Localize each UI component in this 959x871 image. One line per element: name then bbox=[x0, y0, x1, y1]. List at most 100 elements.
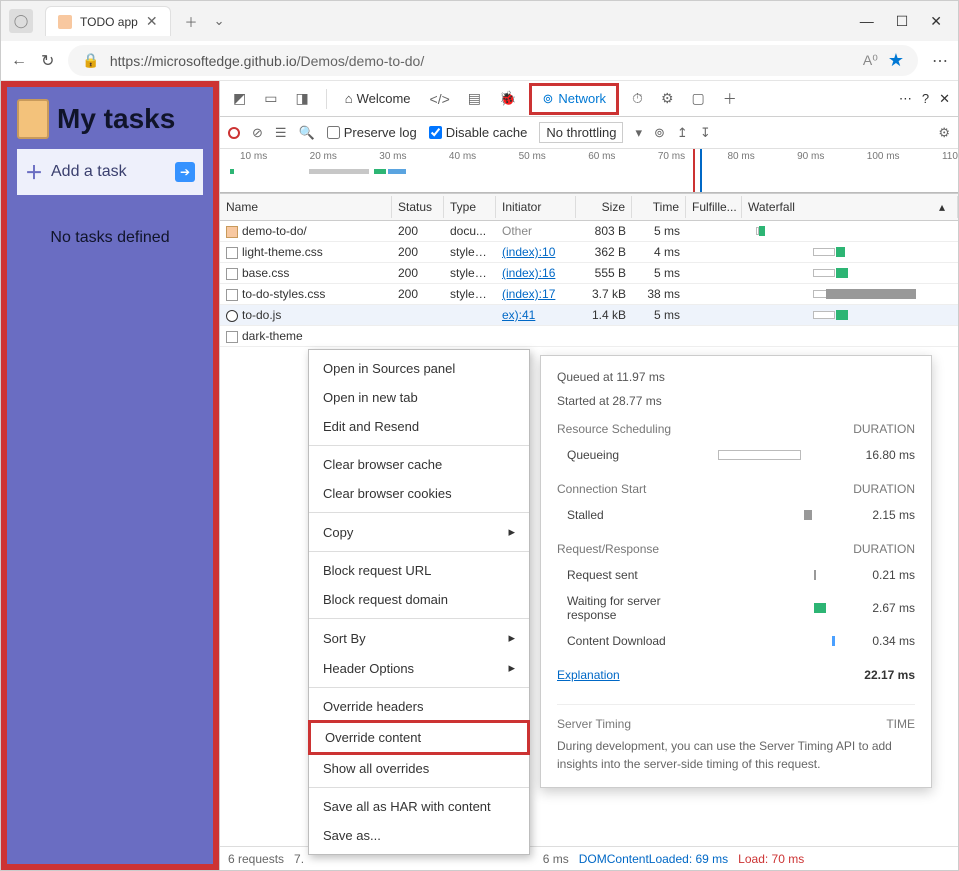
new-tab-button[interactable]: ＋ bbox=[177, 8, 206, 35]
tab-sources-icon[interactable]: 🐞 bbox=[494, 86, 521, 111]
tab-favicon bbox=[58, 15, 72, 29]
ctx-show-overrides[interactable]: Show all overrides bbox=[309, 754, 529, 783]
table-row[interactable]: to-do.jsex):411.4 kB5 ms bbox=[220, 305, 958, 326]
ctx-header-options[interactable]: Header Options▸ bbox=[309, 653, 529, 683]
preserve-log-checkbox[interactable]: Preserve log bbox=[327, 125, 417, 140]
throttling-select[interactable]: No throttling bbox=[539, 122, 623, 143]
col-status[interactable]: Status bbox=[392, 196, 444, 218]
ctx-open-tab[interactable]: Open in new tab bbox=[309, 383, 529, 412]
ctx-block-domain[interactable]: Block request domain bbox=[309, 585, 529, 614]
network-table-header[interactable]: Name Status Type Initiator Size Time Ful… bbox=[220, 193, 958, 221]
network-conditions-icon[interactable]: ⊚ bbox=[654, 125, 665, 141]
dock-side-icon[interactable]: ◨ bbox=[290, 86, 313, 111]
import-har-icon[interactable]: ↥ bbox=[677, 125, 688, 141]
ctx-override-content[interactable]: Override content bbox=[308, 720, 530, 755]
devtools-more-icon[interactable]: ⋯ bbox=[899, 91, 912, 107]
settings-gear-icon[interactable]: ⚙ bbox=[938, 125, 950, 141]
col-fulfilled[interactable]: Fulfille... bbox=[686, 196, 742, 218]
plus-icon: ＋ bbox=[25, 159, 43, 185]
ctx-open-sources[interactable]: Open in Sources panel bbox=[309, 354, 529, 383]
timeline-ruler[interactable]: 10 ms20 ms30 ms40 ms50 ms60 ms70 ms80 ms… bbox=[220, 149, 958, 193]
todo-app-pane: My tasks ＋ Add a task ➔ No tasks defined bbox=[1, 81, 219, 870]
reading-mode-icon[interactable]: A⁰ bbox=[863, 52, 878, 69]
finish-time: 6 ms bbox=[543, 852, 569, 866]
refresh-button[interactable]: ↻ bbox=[41, 51, 54, 71]
ctx-sort-by[interactable]: Sort By▸ bbox=[309, 623, 529, 653]
clipboard-icon bbox=[17, 99, 49, 139]
add-task-input[interactable]: ＋ Add a task ➔ bbox=[17, 149, 203, 195]
tab-console-icon[interactable]: ▤ bbox=[463, 86, 486, 111]
table-row[interactable]: base.css200styles...(index):16555 B5 ms bbox=[220, 263, 958, 284]
disable-cache-checkbox[interactable]: Disable cache bbox=[429, 125, 528, 140]
col-type[interactable]: Type bbox=[444, 196, 496, 218]
url-text: https://microsoftedge.github.io/Demos/de… bbox=[110, 53, 853, 69]
total-time: 22.17 ms bbox=[864, 668, 915, 682]
ctx-save-as[interactable]: Save as... bbox=[309, 821, 529, 850]
more-menu-icon[interactable]: ⋯ bbox=[932, 51, 948, 71]
minimize-button[interactable]: — bbox=[860, 13, 874, 30]
ctx-edit-resend[interactable]: Edit and Resend bbox=[309, 412, 529, 441]
col-name[interactable]: Name bbox=[220, 196, 392, 218]
url-input[interactable]: 🔒 https://microsoftedge.github.io/Demos/… bbox=[68, 45, 918, 76]
table-row[interactable]: dark-theme bbox=[220, 326, 958, 347]
table-row[interactable]: light-theme.css200styles...(index):10362… bbox=[220, 242, 958, 263]
more-tabs-button[interactable]: ＋ bbox=[718, 85, 742, 113]
context-menu: Open in Sources panel Open in new tab Ed… bbox=[308, 349, 530, 855]
search-icon[interactable]: 🔍 bbox=[299, 125, 315, 141]
close-window-button[interactable]: ✕ bbox=[930, 13, 942, 30]
ctx-save-har[interactable]: Save all as HAR with content bbox=[309, 792, 529, 821]
explanation-link[interactable]: Explanation bbox=[557, 668, 620, 682]
lock-icon: 🔒 bbox=[82, 52, 99, 69]
favorite-icon[interactable]: ★ bbox=[888, 50, 904, 71]
col-size[interactable]: Size bbox=[576, 196, 632, 218]
record-button[interactable] bbox=[228, 127, 240, 139]
tab-application-icon[interactable]: ▢ bbox=[687, 86, 710, 111]
tab-welcome[interactable]: ⌂ Welcome bbox=[339, 87, 417, 110]
table-row[interactable]: to-do-styles.css200styles...(index):173.… bbox=[220, 284, 958, 305]
tab-actions-chevron-icon[interactable]: ⌄ bbox=[206, 9, 233, 33]
ctx-block-url[interactable]: Block request URL bbox=[309, 556, 529, 585]
help-icon[interactable]: ? bbox=[922, 91, 929, 106]
address-bar: ← ↻ 🔒 https://microsoftedge.github.io/De… bbox=[1, 41, 958, 81]
export-har-icon[interactable]: ↧ bbox=[700, 125, 711, 141]
tab-performance-icon[interactable]: ⏱ bbox=[627, 86, 648, 111]
tab-network[interactable]: ⊚ Network bbox=[529, 83, 619, 115]
stalled-label: Stalled bbox=[557, 508, 687, 522]
home-icon: ⌂ bbox=[345, 91, 353, 106]
timing-tooltip: Queued at 11.97 ms Started at 28.77 ms R… bbox=[540, 355, 932, 788]
submit-task-button[interactable]: ➔ bbox=[175, 162, 195, 182]
profile-avatar[interactable]: ◯ bbox=[9, 9, 33, 33]
inspect-element-icon[interactable]: ◩ bbox=[228, 86, 251, 111]
queueing-value: 16.80 ms bbox=[855, 448, 915, 462]
ctx-override-headers[interactable]: Override headers bbox=[309, 692, 529, 721]
device-toolbar-icon[interactable]: ▭ bbox=[259, 86, 282, 111]
ctx-copy[interactable]: Copy▸ bbox=[309, 517, 529, 547]
table-row[interactable]: demo-to-do/200docu...Other803 B5 ms bbox=[220, 221, 958, 242]
waiting-value: 2.67 ms bbox=[855, 601, 915, 615]
close-devtools-button[interactable]: ✕ bbox=[939, 91, 950, 107]
started-at: Started at 28.77 ms bbox=[557, 394, 915, 408]
filter-icon[interactable]: ☰ bbox=[275, 125, 287, 141]
server-timing-desc: During development, you can use the Serv… bbox=[557, 737, 915, 773]
queued-at: Queued at 11.97 ms bbox=[557, 370, 915, 384]
col-initiator[interactable]: Initiator bbox=[496, 196, 576, 218]
ctx-clear-cookies[interactable]: Clear browser cookies bbox=[309, 479, 529, 508]
maximize-button[interactable]: ☐ bbox=[896, 13, 909, 30]
tab-close-icon[interactable]: ✕ bbox=[146, 13, 158, 30]
tab-memory-icon[interactable]: ⚙ bbox=[656, 86, 679, 111]
transferred: 7. bbox=[294, 852, 304, 866]
col-time[interactable]: Time bbox=[632, 196, 686, 218]
back-button[interactable]: ← bbox=[11, 52, 27, 70]
wifi-icon: ⊚ bbox=[542, 91, 553, 107]
tab-elements-icon[interactable]: </> bbox=[425, 87, 455, 111]
queueing-label: Queueing bbox=[557, 448, 687, 462]
browser-tab[interactable]: TODO app ✕ bbox=[45, 6, 171, 36]
col-waterfall[interactable]: Waterfall▴ bbox=[742, 196, 958, 218]
request-sent-label: Request sent bbox=[557, 568, 687, 582]
request-count: 6 requests bbox=[228, 852, 284, 866]
throttling-more-icon[interactable]: ▾ bbox=[635, 125, 642, 141]
download-label: Content Download bbox=[557, 634, 687, 648]
tab-title: TODO app bbox=[80, 15, 138, 29]
ctx-clear-cache[interactable]: Clear browser cache bbox=[309, 450, 529, 479]
clear-button[interactable]: ⊘ bbox=[252, 125, 263, 141]
